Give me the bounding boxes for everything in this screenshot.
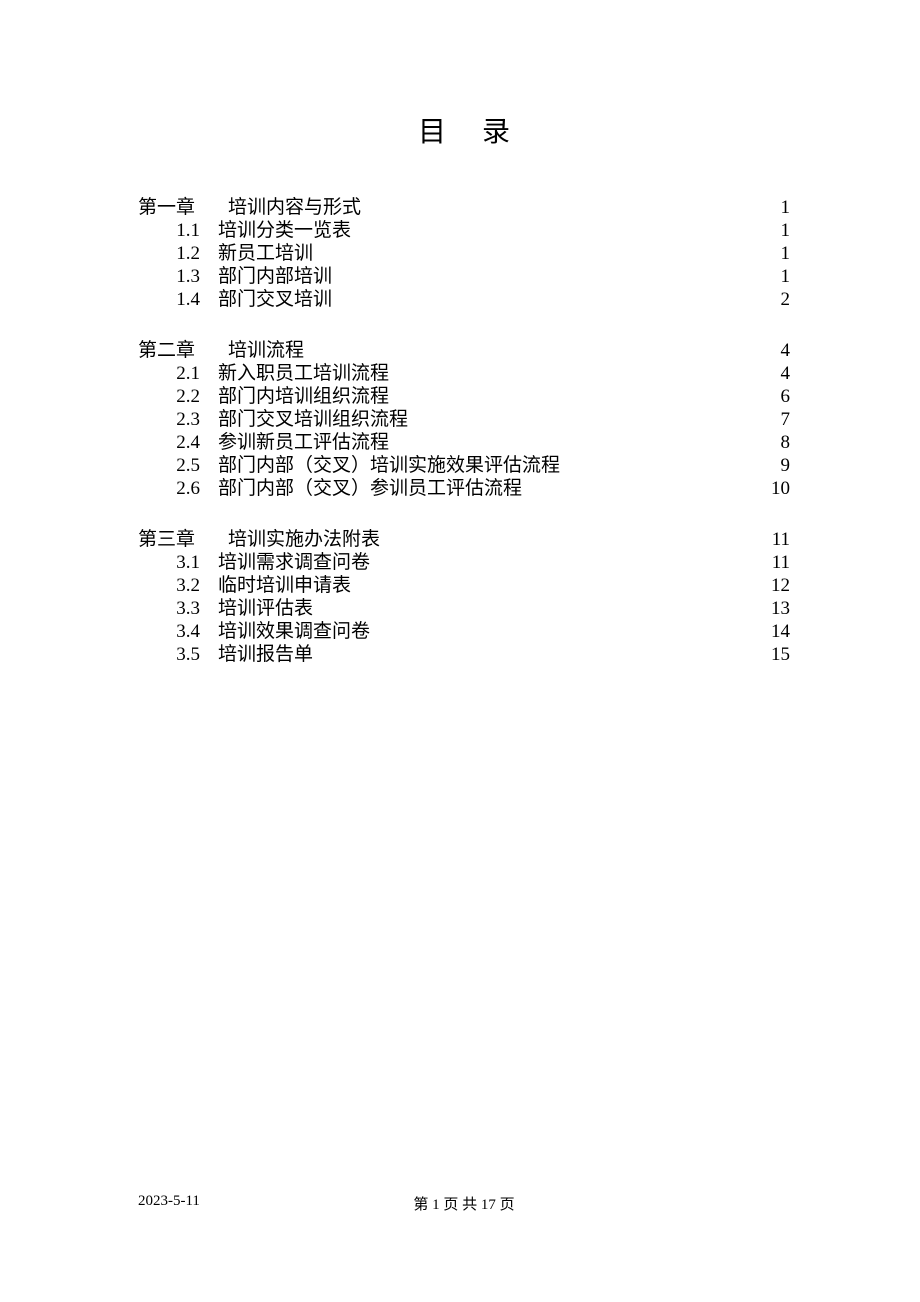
toc-section-title: 部门内部（交叉）参训员工评估流程	[200, 479, 750, 498]
toc-page-number: 14	[750, 622, 790, 641]
toc-chapter-label: 第三章	[138, 530, 228, 549]
toc-section-title: 培训评估表	[200, 599, 750, 618]
toc-chapter-1: 第一章 培训内容与形式 1 1.1 培训分类一览表 1 1.2 新员工培训 1 …	[138, 198, 790, 309]
page-title: 目录	[138, 110, 790, 150]
toc-page-number: 1	[750, 244, 790, 263]
toc-section-title: 部门内部（交叉）培训实施效果评估流程	[200, 456, 750, 475]
toc-page-number: 7	[750, 410, 790, 429]
toc-section-title: 新员工培训	[200, 244, 750, 263]
toc-section-number: 3.2	[156, 576, 200, 595]
toc-page-number: 4	[750, 364, 790, 383]
toc-section-number: 3.3	[156, 599, 200, 618]
toc-page-number: 13	[750, 599, 790, 618]
toc-section-number: 3.5	[156, 645, 200, 664]
toc-section-row: 1.4 部门交叉培训 2	[138, 290, 790, 309]
toc-section-title: 部门内部培训	[200, 267, 750, 286]
toc-page-number: 1	[750, 198, 790, 217]
toc-section-row: 2.1 新入职员工培训流程 4	[138, 364, 790, 383]
toc-page-number: 12	[750, 576, 790, 595]
toc-section-title: 参训新员工评估流程	[200, 433, 750, 452]
toc-section-row: 2.5 部门内部（交叉）培训实施效果评估流程 9	[138, 456, 790, 475]
toc-section-row: 2.2 部门内培训组织流程 6	[138, 387, 790, 406]
toc-section-row: 1.3 部门内部培训 1	[138, 267, 790, 286]
toc-section-row: 1.2 新员工培训 1	[138, 244, 790, 263]
page-footer: 2023-5-11 第 1 页 共 17 页	[138, 1193, 790, 1210]
toc-chapter-row: 第二章 培训流程 4	[138, 341, 790, 360]
toc-section-number: 2.4	[156, 433, 200, 452]
toc-section-row: 2.3 部门交叉培训组织流程 7	[138, 410, 790, 429]
toc-section-title: 培训需求调查问卷	[200, 553, 750, 572]
toc-section-title: 部门内培训组织流程	[200, 387, 750, 406]
table-of-contents: 第一章 培训内容与形式 1 1.1 培训分类一览表 1 1.2 新员工培训 1 …	[138, 198, 790, 664]
toc-page-number: 1	[750, 267, 790, 286]
toc-chapter-2: 第二章 培训流程 4 2.1 新入职员工培训流程 4 2.2 部门内培训组织流程…	[138, 341, 790, 498]
toc-section-number: 2.5	[156, 456, 200, 475]
toc-chapter-label: 第二章	[138, 341, 228, 360]
toc-section-number: 1.4	[156, 290, 200, 309]
document-page: 目录 第一章 培训内容与形式 1 1.1 培训分类一览表 1 1.2 新员工培训…	[0, 0, 920, 1302]
toc-page-number: 11	[750, 530, 790, 549]
toc-chapter-3: 第三章 培训实施办法附表 11 3.1 培训需求调查问卷 11 3.2 临时培训…	[138, 530, 790, 664]
toc-section-row: 3.1 培训需求调查问卷 11	[138, 553, 790, 572]
toc-section-number: 1.3	[156, 267, 200, 286]
toc-page-number: 2	[750, 290, 790, 309]
toc-section-title: 培训分类一览表	[200, 221, 750, 240]
toc-page-number: 8	[750, 433, 790, 452]
toc-section-number: 3.4	[156, 622, 200, 641]
toc-section-number: 2.1	[156, 364, 200, 383]
footer-pagination: 第 1 页 共 17 页	[138, 1193, 790, 1214]
toc-page-number: 6	[750, 387, 790, 406]
toc-section-number: 2.3	[156, 410, 200, 429]
toc-page-number: 10	[750, 479, 790, 498]
toc-section-number: 2.6	[156, 479, 200, 498]
toc-chapter-row: 第一章 培训内容与形式 1	[138, 198, 790, 217]
toc-page-number: 1	[750, 221, 790, 240]
toc-page-number: 15	[750, 645, 790, 664]
toc-chapter-title: 培训实施办法附表	[228, 530, 750, 549]
toc-section-row: 3.2 临时培训申请表 12	[138, 576, 790, 595]
toc-section-number: 3.1	[156, 553, 200, 572]
toc-chapter-label: 第一章	[138, 198, 228, 217]
toc-section-number: 1.1	[156, 221, 200, 240]
toc-section-number: 1.2	[156, 244, 200, 263]
toc-section-title: 新入职员工培训流程	[200, 364, 750, 383]
toc-section-row: 3.5 培训报告单 15	[138, 645, 790, 664]
toc-chapter-title: 培训流程	[228, 341, 750, 360]
toc-section-title: 培训效果调查问卷	[200, 622, 750, 641]
toc-chapter-title: 培训内容与形式	[228, 198, 750, 217]
toc-section-row: 3.3 培训评估表 13	[138, 599, 790, 618]
toc-section-title: 部门交叉培训	[200, 290, 750, 309]
toc-section-row: 3.4 培训效果调查问卷 14	[138, 622, 790, 641]
toc-section-number: 2.2	[156, 387, 200, 406]
toc-page-number: 9	[750, 456, 790, 475]
toc-section-row: 1.1 培训分类一览表 1	[138, 221, 790, 240]
toc-section-title: 部门交叉培训组织流程	[200, 410, 750, 429]
toc-page-number: 11	[750, 553, 790, 572]
toc-section-title: 临时培训申请表	[200, 576, 750, 595]
toc-section-row: 2.4 参训新员工评估流程 8	[138, 433, 790, 452]
toc-chapter-row: 第三章 培训实施办法附表 11	[138, 530, 790, 549]
toc-section-row: 2.6 部门内部（交叉）参训员工评估流程 10	[138, 479, 790, 498]
toc-section-title: 培训报告单	[200, 645, 750, 664]
toc-page-number: 4	[750, 341, 790, 360]
footer-date: 2023-5-11	[138, 1193, 200, 1210]
